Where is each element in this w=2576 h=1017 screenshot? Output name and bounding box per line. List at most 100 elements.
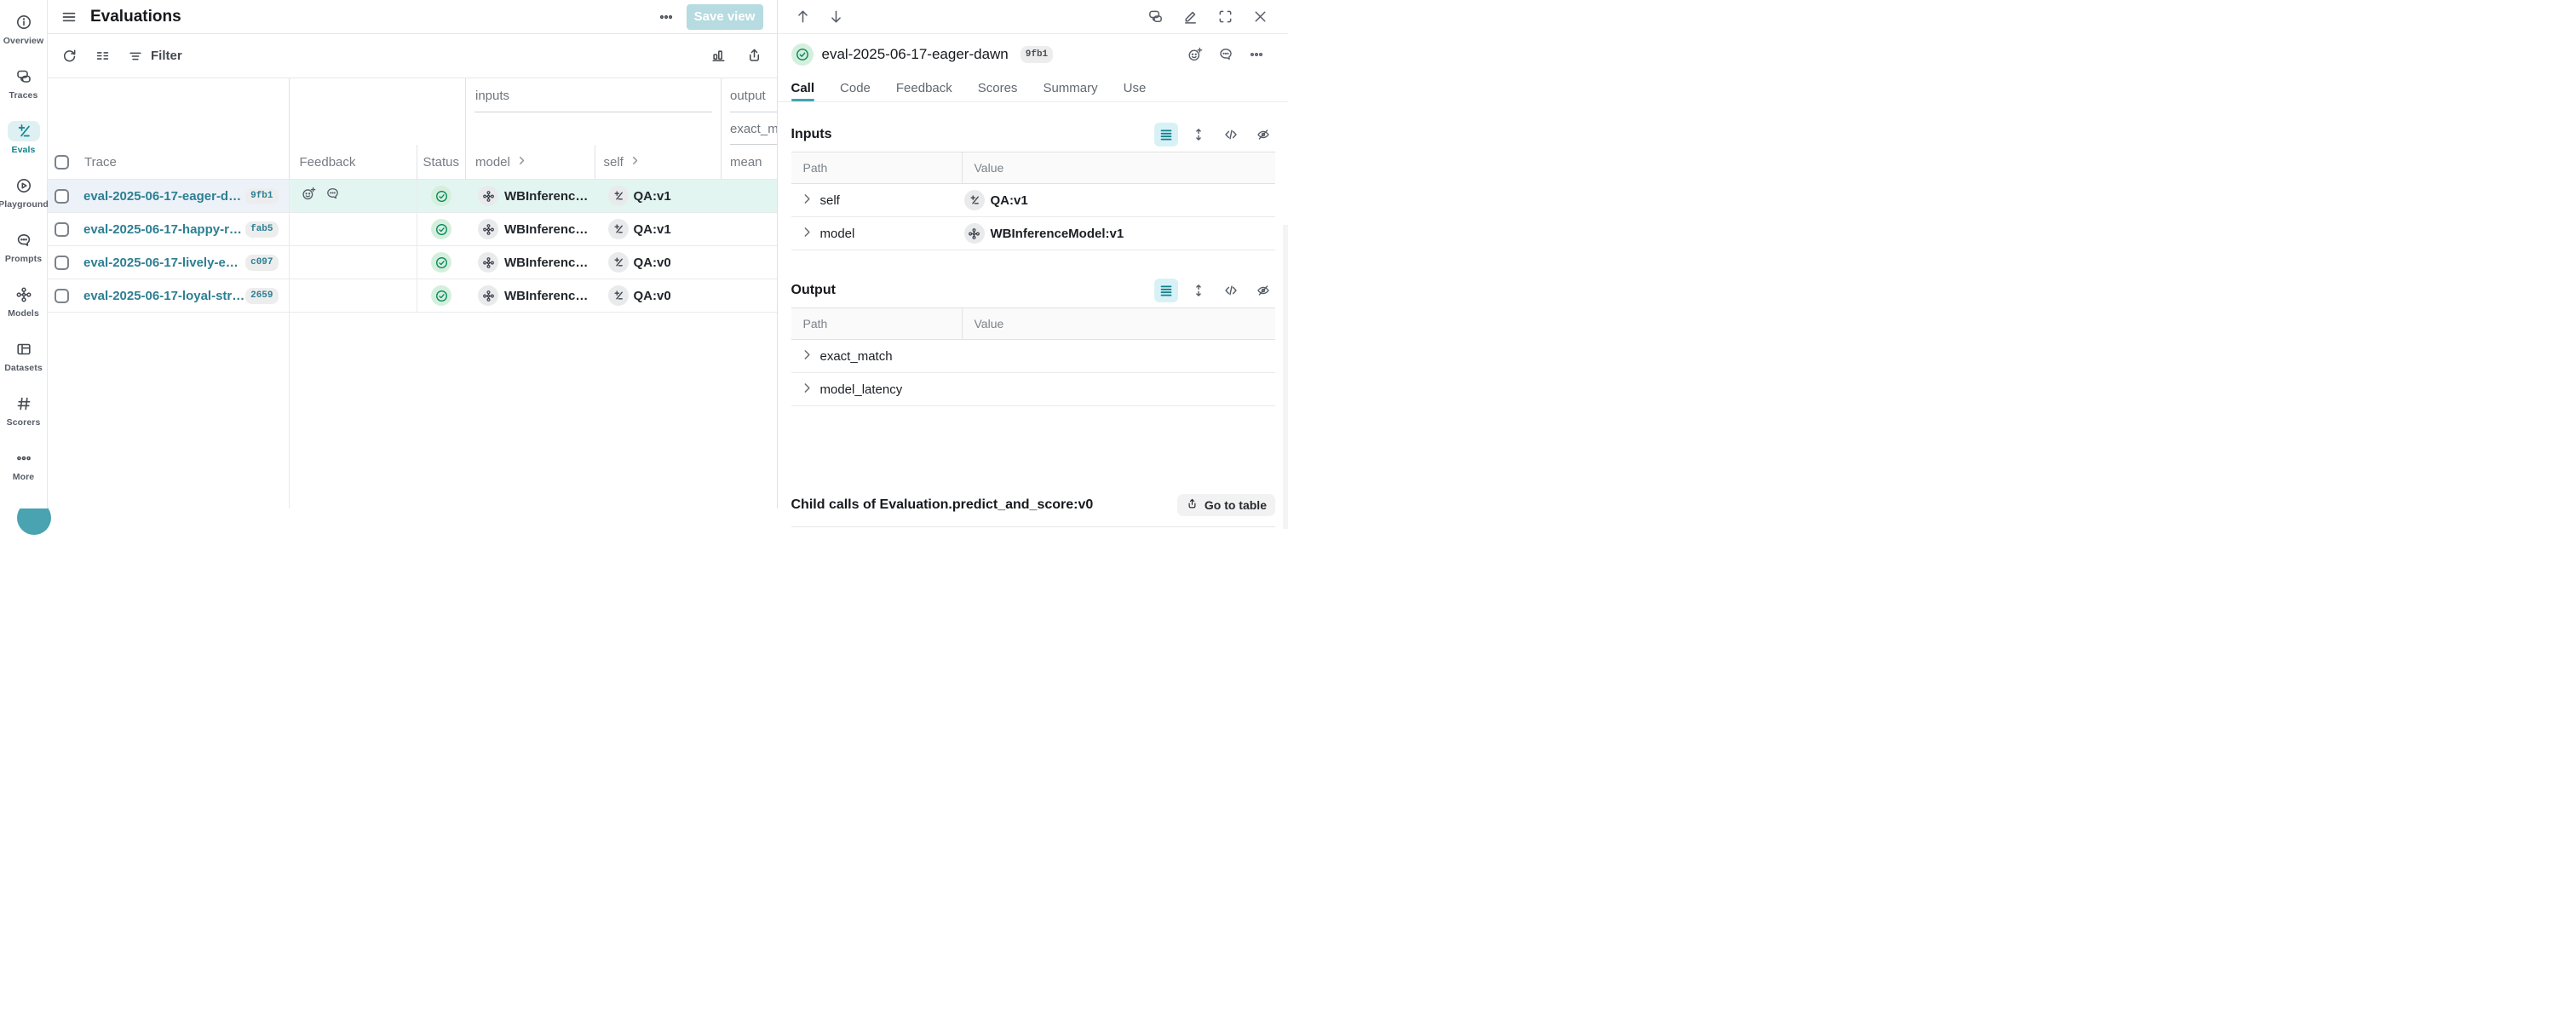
expand-chevron-icon[interactable] [802,382,813,397]
save-view-button[interactable]: Save view [687,4,763,30]
table-row[interactable]: eval-2025-06-17-happy-rain fab5 WBInfere… [48,213,777,246]
model-ref[interactable]: WBInferenceModel:v1 [504,189,593,204]
model-ref[interactable]: WBInferenceModel:v1 [504,256,593,270]
sidebar-label: Datasets [4,363,43,373]
model-ref[interactable]: WBInferenceModel:v1 [504,289,593,303]
table-row[interactable]: eval-2025-06-17-eager-dawn 9fb1 WBInfere… [48,180,777,213]
panel-scrollbar[interactable] [1283,225,1288,529]
filter-button[interactable]: Filter [126,47,182,66]
tab-scores[interactable]: Scores [978,74,1018,101]
hide-section-icon[interactable] [1251,123,1275,147]
output-row-exact-match: exact_match [791,340,1276,373]
trace-link[interactable]: eval-2025-06-17-loyal-stream [83,289,245,303]
input-value-ref[interactable]: WBInferenceModel:v1 [991,227,1124,241]
fullscreen-icon[interactable] [1216,8,1234,26]
version-chip: 9fb1 [1021,46,1053,63]
close-icon[interactable] [1251,8,1269,26]
column-header-mean[interactable]: mean [730,155,762,170]
column-group-exact-match[interactable]: exact_match [722,112,777,145]
column-header-self[interactable]: self [604,155,624,170]
self-ref[interactable]: QA:v0 [634,289,671,303]
sidebar-item-playground[interactable]: Playground [0,165,48,220]
row-checkbox[interactable] [55,189,69,204]
expand-rows-icon[interactable] [1187,279,1210,302]
sidebar-label: More [13,472,35,482]
expand-rows-icon[interactable] [1187,123,1210,147]
table-row[interactable]: eval-2025-06-17-loyal-stream 2659 WBInfe… [48,279,777,313]
previous-call-icon[interactable] [794,8,813,26]
refresh-icon[interactable] [60,47,78,66]
add-reaction-icon[interactable] [302,187,316,205]
column-group-inputs[interactable]: inputs [466,78,722,112]
self-ref[interactable]: QA:v1 [634,189,671,204]
column-header-trace[interactable]: Trace [84,155,117,170]
sidebar-item-scorers[interactable]: Scorers [0,383,48,438]
expand-chevron-icon[interactable] [802,227,813,241]
chevron-right-icon[interactable] [630,154,640,170]
sidebar-item-models[interactable]: Models [0,274,48,329]
tab-feedback[interactable]: Feedback [896,74,952,101]
row-checkbox[interactable] [55,222,69,237]
sidebar-item-more[interactable]: More [0,438,48,492]
tab-use[interactable]: Use [1124,74,1147,101]
self-ref[interactable]: QA:v1 [634,222,671,237]
list-view-icon[interactable] [1154,123,1178,147]
column-header-model[interactable]: model [475,155,510,170]
version-chip: fab5 [245,221,278,238]
code-view-icon[interactable] [1219,279,1243,302]
comment-icon[interactable] [1216,45,1235,64]
export-icon[interactable] [745,47,764,66]
prompts-icon [8,230,40,250]
traces-icon [8,66,40,87]
expand-chevron-icon[interactable] [802,349,813,364]
manage-columns-icon[interactable] [93,47,112,66]
input-value-ref[interactable]: QA:v1 [991,193,1028,208]
evaluation-ref-icon [608,186,629,206]
add-reaction-icon[interactable] [1186,45,1205,64]
column-group-output[interactable]: output [722,78,777,112]
column-header-status[interactable]: Status [423,155,459,170]
sidebar-item-datasets[interactable]: Datasets [0,329,48,383]
more-menu-icon[interactable] [1247,45,1266,64]
tab-summary[interactable]: Summary [1043,74,1097,101]
select-all-checkbox[interactable] [55,155,69,170]
hide-section-icon[interactable] [1251,279,1275,302]
sidebar-label: Models [8,308,39,319]
sidebar-item-evals[interactable]: Evals [0,111,48,165]
code-view-icon[interactable] [1219,123,1243,147]
inputs-heading: Inputs [791,127,832,142]
header-more-menu-icon[interactable] [656,7,676,27]
comment-icon[interactable] [325,187,340,205]
self-ref[interactable]: QA:v0 [634,256,671,270]
table-row[interactable]: eval-2025-06-17-lively-eagle c097 WBInfe… [48,246,777,279]
edit-icon[interactable] [1181,8,1199,26]
divider [791,526,1276,527]
tab-code[interactable]: Code [840,74,871,101]
model-ref[interactable]: WBInferenceModel:v1 [504,222,593,237]
hamburger-menu-icon[interactable] [60,8,78,26]
open-trace-tree-icon[interactable] [1146,8,1164,26]
row-checkbox[interactable] [55,289,69,303]
expand-chevron-icon[interactable] [802,193,813,208]
trace-link[interactable]: eval-2025-06-17-happy-rain [83,222,245,237]
chevron-right-icon[interactable] [517,154,526,170]
row-checkbox[interactable] [55,256,69,270]
next-call-icon[interactable] [827,8,846,26]
sidebar-item-traces[interactable]: Traces [0,56,48,111]
output-section-header: Output [791,279,1276,302]
sidebar-item-prompts[interactable]: Prompts [0,220,48,274]
list-view-icon[interactable] [1154,279,1178,302]
trace-link[interactable]: eval-2025-06-17-eager-dawn [83,189,245,204]
sidebar-label: Evals [12,145,36,155]
sidebar-item-overview[interactable]: Overview [0,2,48,56]
output-value-column-header: Value [963,308,1276,339]
tab-call[interactable]: Call [791,74,815,101]
trace-link[interactable]: eval-2025-06-17-lively-eagle [83,256,245,270]
filter-icon [126,47,145,66]
go-to-table-button[interactable]: Go to table [1177,494,1275,516]
chart-view-icon[interactable] [710,47,728,66]
output-heading: Output [791,283,836,298]
column-header-feedback[interactable]: Feedback [300,155,356,170]
status-success-badge [431,219,451,239]
version-chip: c097 [245,255,278,271]
